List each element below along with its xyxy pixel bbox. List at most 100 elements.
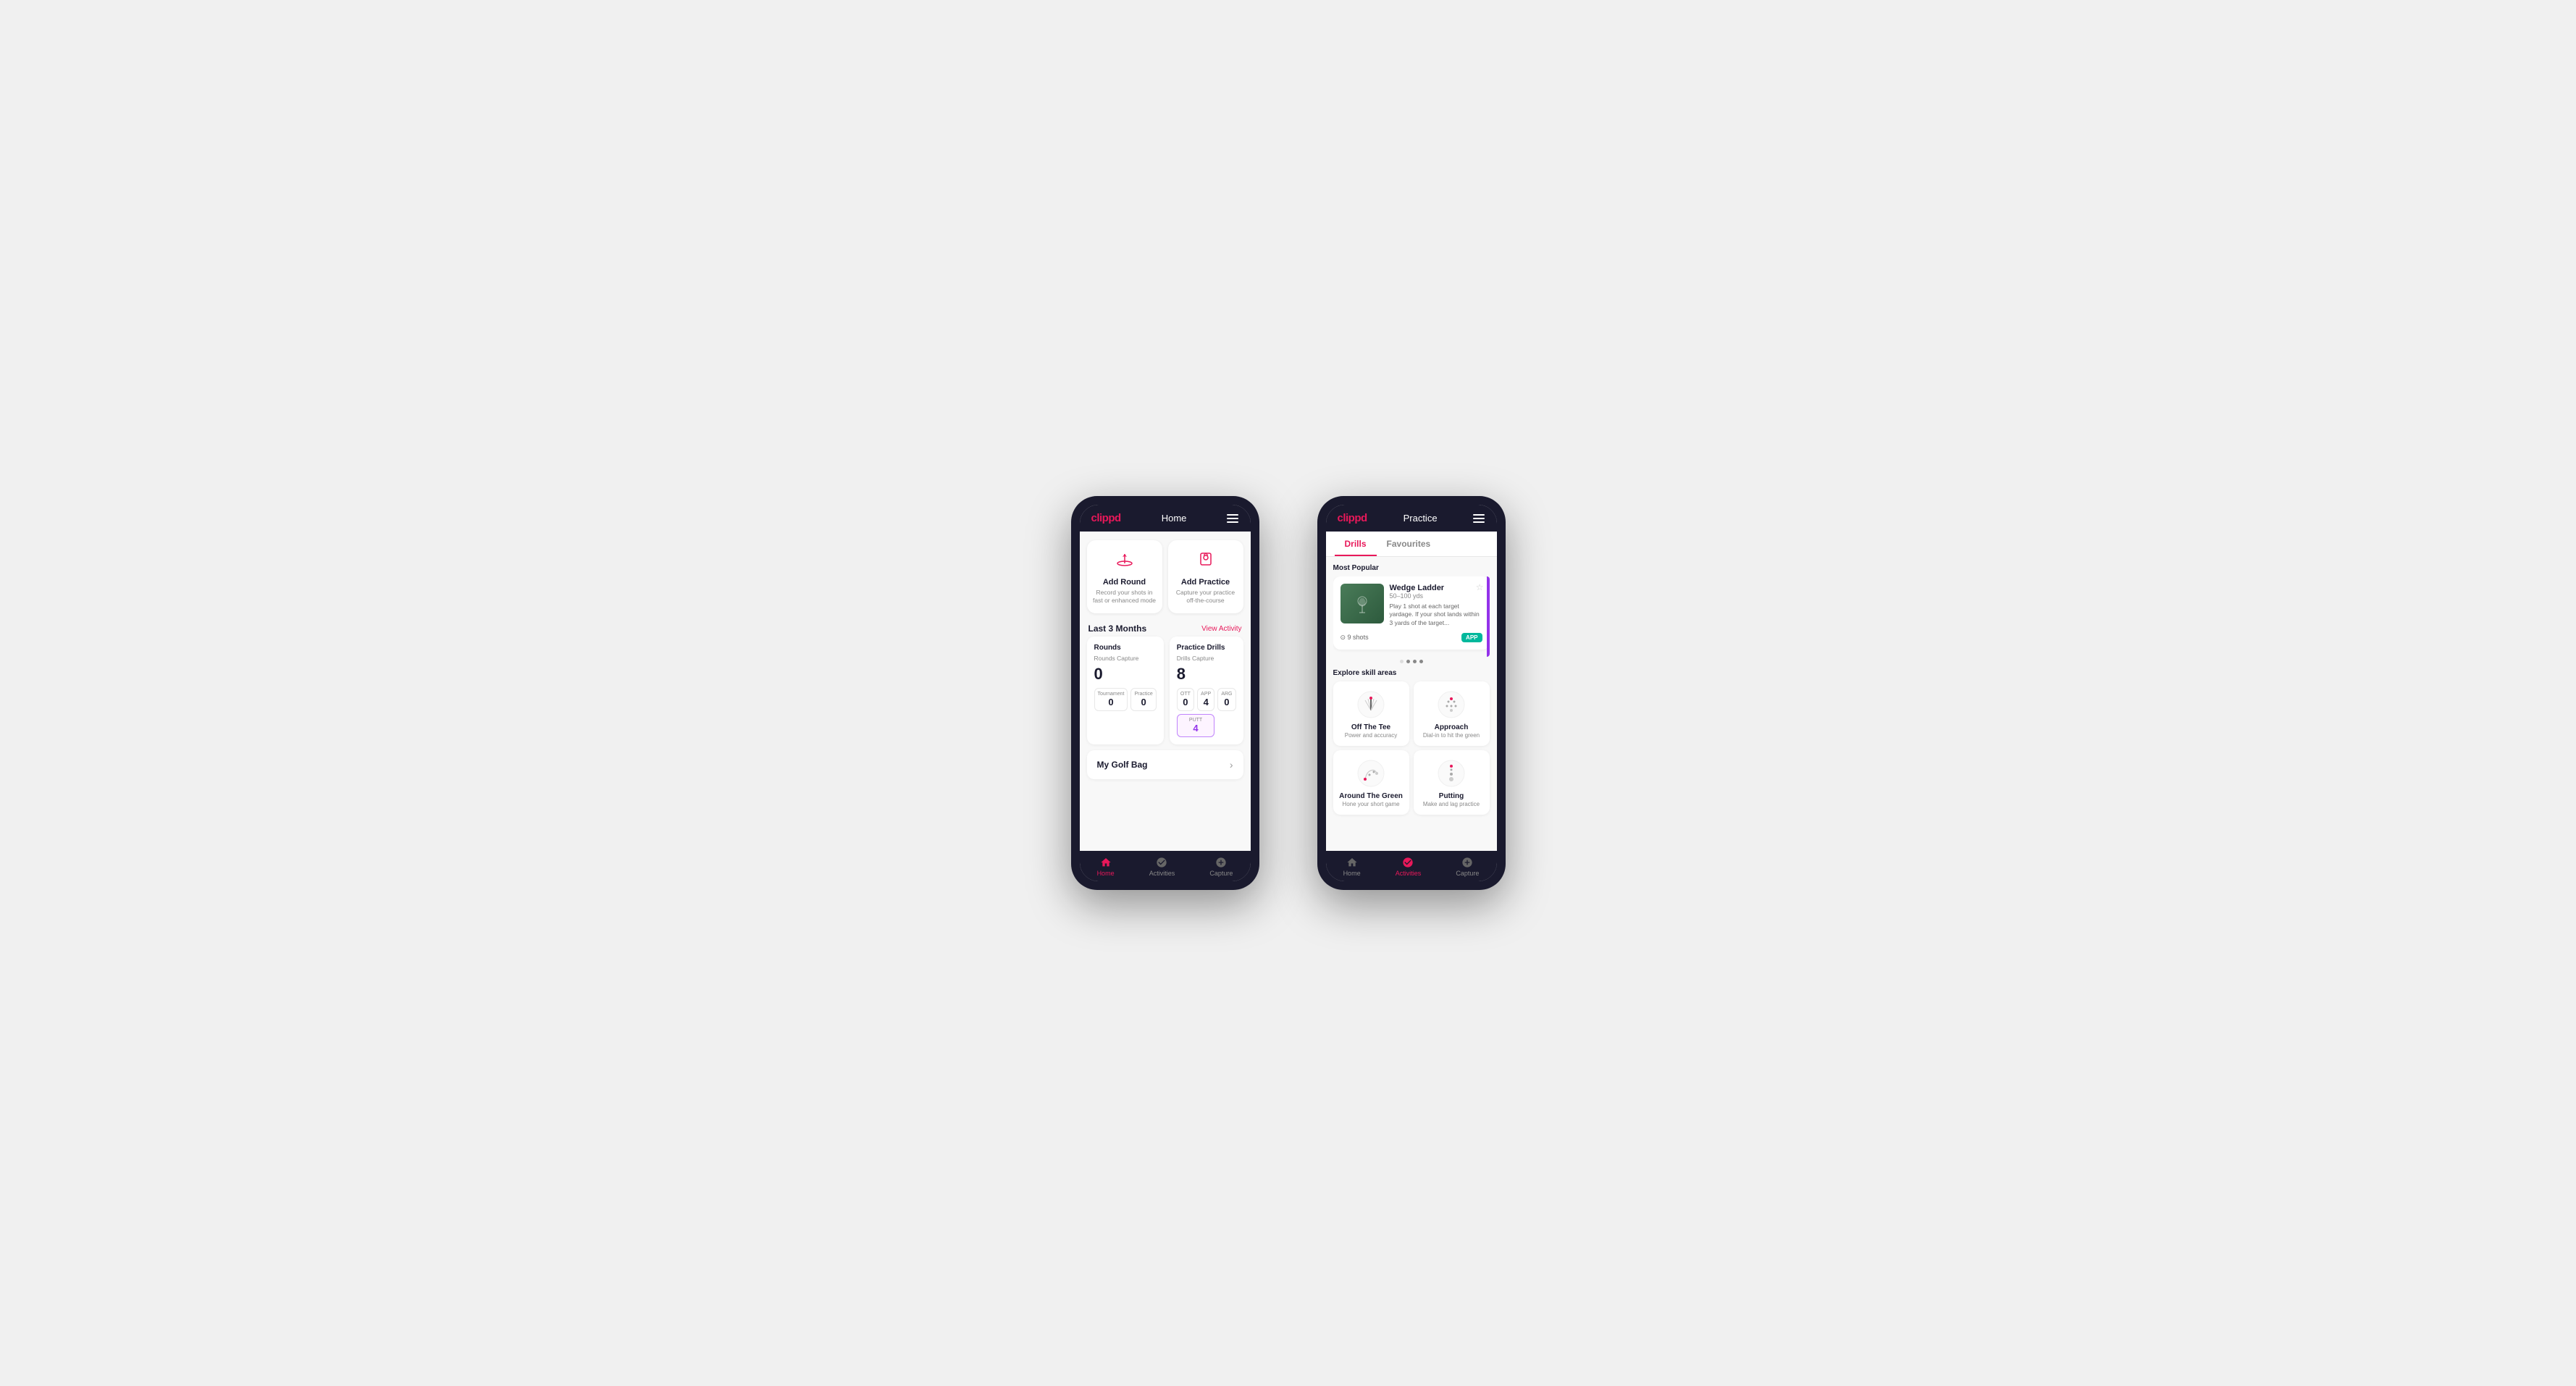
ott-label: OTT: [1180, 692, 1191, 697]
dot-3: [1413, 660, 1417, 663]
explore-label: Explore skill areas: [1333, 669, 1490, 677]
drill-card-inner: Wedge Ladder 50–100 yds Play 1 shot at e…: [1341, 584, 1482, 627]
short-icon-area: [1355, 757, 1387, 789]
putt-icon-area: [1435, 757, 1467, 789]
drill-description: Play 1 shot at each target yardage. If y…: [1390, 602, 1482, 627]
action-cards-row: Add Round Record your shots in fast or e…: [1080, 532, 1251, 619]
bottom-nav-practice: Home Activities Capture: [1326, 851, 1497, 881]
drills-capture-label: Drills Capture: [1177, 655, 1236, 662]
tab-favourites[interactable]: Favourites: [1377, 532, 1441, 556]
add-round-title: Add Round: [1103, 578, 1146, 587]
rounds-grid: Tournament 0 Practice 0: [1094, 688, 1157, 711]
nav-activities[interactable]: Activities: [1149, 857, 1175, 877]
tee-sub: Power and accuracy: [1345, 732, 1397, 739]
hamburger-menu-practice[interactable]: [1473, 514, 1485, 523]
short-sub: Hone your short game: [1342, 801, 1399, 807]
page-container: clippd Home: [1071, 496, 1506, 890]
page-title-home: Home: [1162, 513, 1187, 524]
golf-bag-title: My Golf Bag: [1097, 760, 1148, 770]
purple-accent-bar: [1487, 576, 1490, 657]
app-label: APP: [1201, 692, 1211, 697]
drill-yardage: 50–100 yds: [1390, 592, 1482, 600]
nav-capture-practice[interactable]: Capture: [1456, 857, 1479, 877]
bottom-nav-home: Home Activities Capture: [1080, 851, 1251, 881]
short-title: Around The Green: [1339, 792, 1403, 800]
add-round-card[interactable]: Add Round Record your shots in fast or e…: [1087, 540, 1162, 613]
drill-thumbnail: [1341, 584, 1384, 623]
add-practice-icon: [1196, 549, 1216, 574]
golf-bag-chevron: ›: [1230, 759, 1233, 770]
nav-capture-label: Capture: [1209, 870, 1233, 877]
skill-off-the-tee[interactable]: Off The Tee Power and accuracy: [1333, 681, 1409, 746]
stats-container: Rounds Rounds Capture 0 Tournament 0 Pra…: [1080, 637, 1251, 750]
activities-nav-icon: [1156, 857, 1167, 868]
approach-sub: Dial-in to hit the green: [1423, 732, 1480, 739]
featured-drill-wrapper: Wedge Ladder 50–100 yds Play 1 shot at e…: [1333, 576, 1490, 657]
drill-title: Wedge Ladder: [1390, 584, 1482, 592]
rounds-capture-label: Rounds Capture: [1094, 655, 1157, 662]
skill-approach[interactable]: Approach Dial-in to hit the green: [1414, 681, 1490, 746]
practice-cell: Practice 0: [1130, 688, 1156, 711]
drill-footer: ⊙ 9 shots APP: [1341, 633, 1482, 642]
approach-icon-area: [1435, 689, 1467, 721]
stats-section-title: Last 3 Months: [1088, 623, 1147, 634]
most-popular-label: Most Popular: [1333, 564, 1490, 572]
skill-around-green[interactable]: Around The Green Hone your short game: [1333, 750, 1409, 815]
phone-home: clippd Home: [1071, 496, 1259, 890]
dot-2: [1406, 660, 1410, 663]
nav-activities-label: Activities: [1149, 870, 1175, 877]
app-value: 4: [1201, 697, 1211, 707]
app-cell: APP 4: [1197, 688, 1214, 711]
rounds-title: Rounds: [1094, 644, 1157, 652]
tournament-label: Tournament: [1098, 692, 1125, 697]
tab-bar: Drills Favourites: [1326, 532, 1497, 557]
circle-icon: ⊙: [1341, 634, 1348, 641]
rounds-box: Rounds Rounds Capture 0 Tournament 0 Pra…: [1087, 637, 1164, 744]
putt-title: Putting: [1439, 792, 1464, 800]
tee-title: Off The Tee: [1351, 723, 1390, 731]
nav-home-label-2: Home: [1343, 870, 1361, 877]
home-nav-icon: [1100, 857, 1112, 868]
featured-drill-card[interactable]: Wedge Ladder 50–100 yds Play 1 shot at e…: [1333, 576, 1490, 650]
golf-bag-row[interactable]: My Golf Bag ›: [1087, 750, 1243, 779]
skill-putting[interactable]: Putting Make and lag practice: [1414, 750, 1490, 815]
putt-value: 4: [1180, 723, 1212, 734]
putt-label: PUTT: [1180, 718, 1212, 723]
nav-activities-practice[interactable]: Activities: [1396, 857, 1422, 877]
capture-nav-icon: [1215, 857, 1227, 868]
nav-home[interactable]: Home: [1097, 857, 1115, 877]
top-bar-practice: clippd Practice: [1326, 505, 1497, 532]
drills-grid: OTT 0 APP 4 ARG 0: [1177, 688, 1236, 737]
drills-title: Practice Drills: [1177, 644, 1236, 652]
ott-cell: OTT 0: [1177, 688, 1194, 711]
shots-label: ⊙ 9 shots: [1341, 634, 1369, 642]
phone-practice: clippd Practice Drills Favourites: [1317, 496, 1506, 890]
nav-home-practice[interactable]: Home: [1343, 857, 1361, 877]
tournament-cell: Tournament 0: [1094, 688, 1128, 711]
favourite-star-icon[interactable]: ☆: [1476, 582, 1484, 592]
arg-cell: ARG 0: [1217, 688, 1235, 711]
nav-home-label: Home: [1097, 870, 1115, 877]
nav-activities-label-2: Activities: [1396, 870, 1422, 877]
add-round-sub: Record your shots in fast or enhanced mo…: [1093, 589, 1157, 605]
add-practice-card[interactable]: Add Practice Capture your practice off-t…: [1168, 540, 1243, 613]
nav-capture[interactable]: Capture: [1209, 857, 1233, 877]
add-round-icon: [1115, 549, 1135, 574]
hamburger-menu[interactable]: [1227, 514, 1238, 523]
arg-label: ARG: [1221, 692, 1232, 697]
tournament-value: 0: [1098, 697, 1125, 707]
skill-grid: Off The Tee Power and accuracy: [1333, 681, 1490, 815]
activities-nav-icon-2: [1402, 857, 1414, 868]
dot-4: [1419, 660, 1423, 663]
putt-cell: PUTT 4: [1177, 714, 1215, 737]
practice-value: 0: [1134, 697, 1152, 707]
rounds-total: 0: [1094, 665, 1157, 684]
add-practice-sub: Capture your practice off-the-course: [1174, 589, 1238, 605]
practice-content: Most Popular: [1326, 557, 1497, 851]
practice-label: Practice: [1134, 692, 1152, 697]
drill-info: Wedge Ladder 50–100 yds Play 1 shot at e…: [1390, 584, 1482, 627]
view-activity-link[interactable]: View Activity: [1201, 625, 1241, 633]
ott-value: 0: [1180, 697, 1191, 707]
tab-drills[interactable]: Drills: [1335, 532, 1377, 556]
top-bar-home: clippd Home: [1080, 505, 1251, 532]
